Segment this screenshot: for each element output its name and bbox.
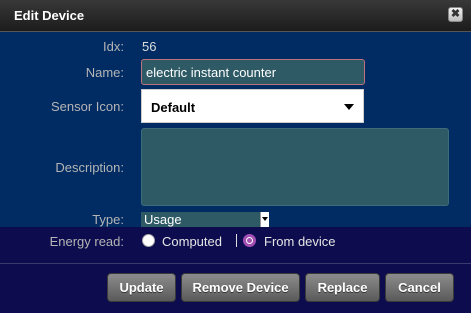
idx-value: 56 — [142, 39, 157, 54]
name-input[interactable] — [141, 59, 365, 85]
name-label: Name: — [85, 65, 124, 80]
type-selected-value: Usage — [144, 212, 182, 227]
footer-divider — [0, 263, 471, 264]
energy-read-computed-label[interactable]: Computed — [162, 234, 222, 249]
update-button[interactable]: Update — [107, 273, 176, 302]
remove-device-button[interactable]: Remove Device — [181, 273, 300, 302]
sensor-icon-selected-value: Default — [151, 100, 196, 115]
dialog-title: Edit Device — [14, 8, 85, 23]
dialog-titlebar[interactable]: Edit Device ✖ — [0, 0, 471, 32]
sensor-icon-label: Sensor Icon: — [51, 99, 124, 114]
energy-read-computed-radio[interactable] — [142, 234, 155, 247]
description-textarea[interactable] — [141, 128, 449, 206]
chevron-down-icon — [262, 217, 268, 221]
idx-label: Idx: — [103, 39, 124, 54]
replace-button[interactable]: Replace — [305, 273, 380, 302]
energy-read-from-device-label[interactable]: From device — [264, 234, 336, 249]
edit-device-dialog: Edit Device ✖ Idx: 56 Name: Sensor Icon:… — [0, 0, 471, 313]
close-icon[interactable]: ✖ — [448, 7, 463, 22]
energy-read-label: Energy read: — [49, 234, 124, 249]
type-label: Type: — [92, 212, 124, 227]
chevron-down-icon — [344, 104, 354, 110]
sensor-icon-select[interactable]: Default — [141, 89, 364, 123]
type-dropdown-button[interactable] — [260, 212, 269, 227]
type-select[interactable]: Usage — [141, 212, 269, 227]
energy-read-from-device-radio[interactable] — [243, 234, 256, 247]
cancel-button[interactable]: Cancel — [385, 273, 454, 302]
description-label: Description: — [55, 160, 124, 175]
radio-separator — [236, 234, 237, 247]
